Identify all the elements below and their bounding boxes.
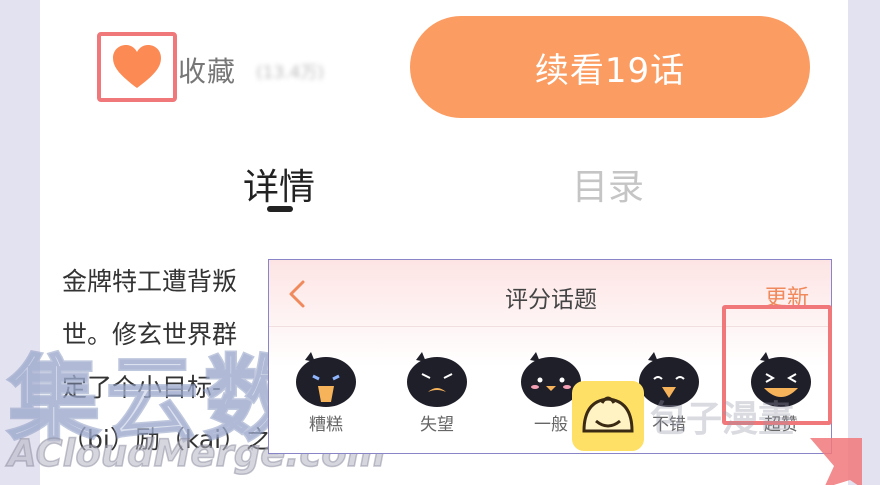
description-line: 金牌特工遭背叛 <box>62 267 238 296</box>
frowning-bird-icon <box>407 352 467 407</box>
favorite-label: 收藏 <box>178 55 237 88</box>
favorite-button[interactable] <box>97 32 177 102</box>
bun-logo-icon <box>572 381 644 451</box>
active-tab-indicator <box>267 206 293 212</box>
crying-bird-icon <box>296 352 356 407</box>
rating-option-terrible[interactable]: 糟糕 <box>286 350 366 435</box>
tab-detail[interactable]: 详情 <box>243 158 315 210</box>
rating-label: 失望 <box>420 415 454 435</box>
continue-reading-button[interactable]: 续看19话 <box>410 16 810 118</box>
rating-label: 糟糕 <box>309 415 343 435</box>
rating-option-disappointed[interactable]: 失望 <box>397 350 477 435</box>
favorite-count: (13.4万) <box>256 63 325 83</box>
heart-icon <box>113 45 161 88</box>
watermark-right: 包子漫畫 <box>650 399 795 440</box>
tab-catalog[interactable]: 目录 <box>572 158 644 210</box>
cursor-arrow-icon <box>810 438 862 485</box>
